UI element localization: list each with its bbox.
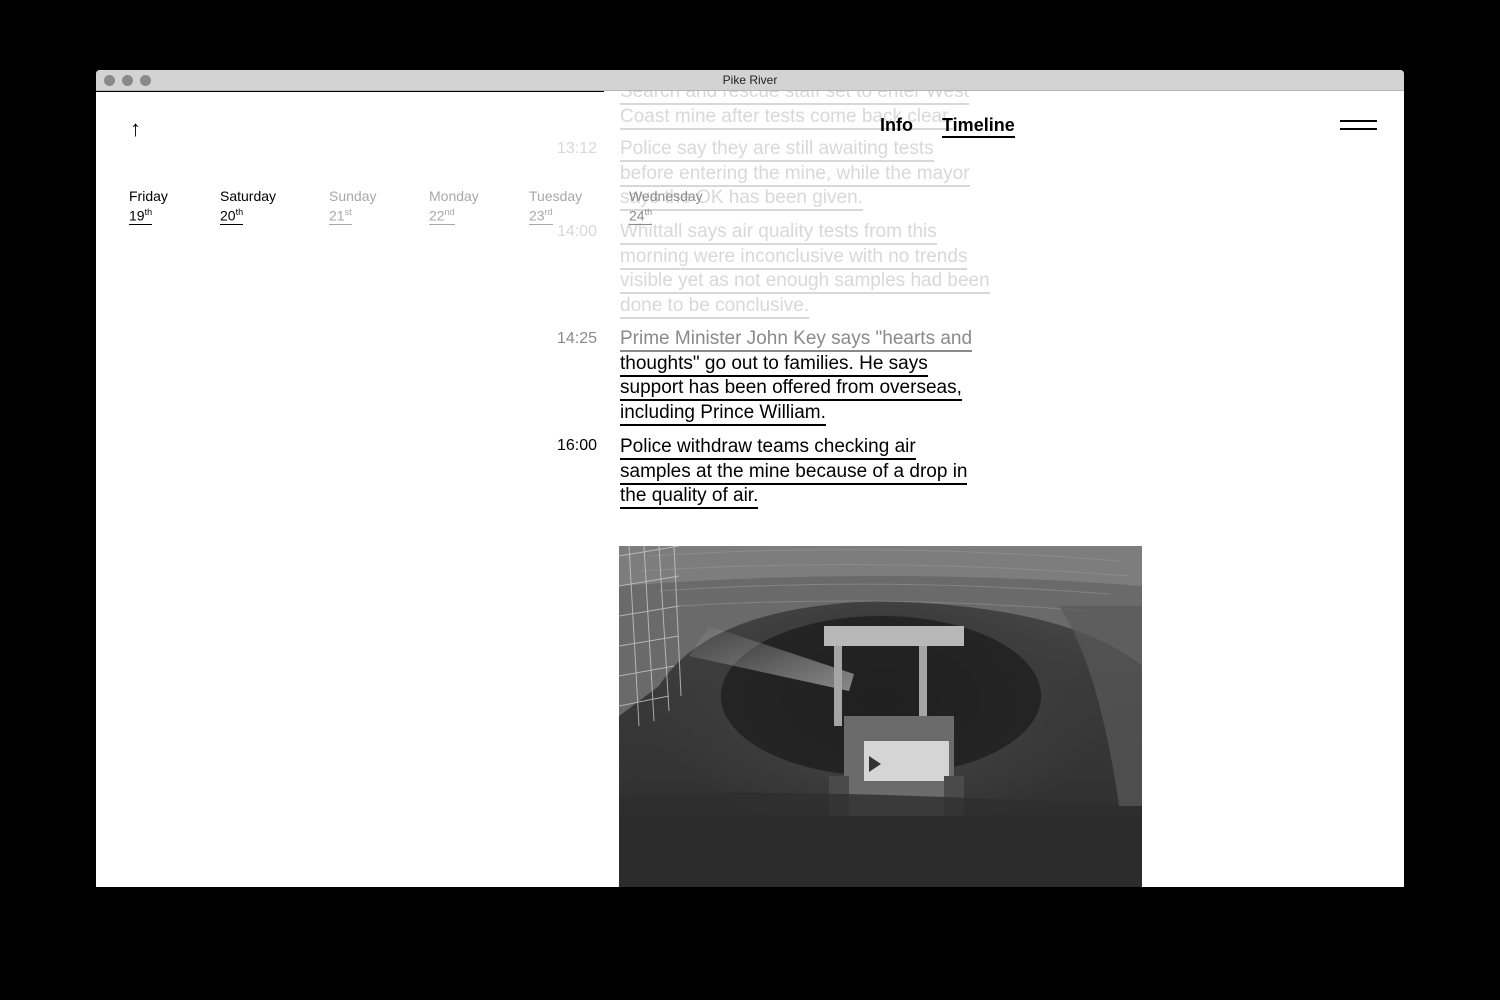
entry-time: 14:00	[556, 223, 597, 240]
day-number: 21st	[329, 207, 352, 225]
day-link-wednesday[interactable]: Wednesday 24th	[629, 187, 703, 225]
day-number: 24th	[629, 207, 653, 225]
day-link-monday[interactable]: Monday 22nd	[429, 187, 479, 225]
entry-text[interactable]: Whittall says air quality tests from thi…	[620, 220, 1000, 319]
day-name: Monday	[429, 188, 479, 204]
mine-photo-illustration	[619, 546, 1142, 887]
day-name: Saturday	[220, 188, 277, 204]
day-link-friday[interactable]: Friday 19th	[129, 187, 168, 225]
day-link-sunday[interactable]: Sunday 21st	[329, 187, 376, 225]
nav-timeline-link[interactable]: Timeline	[942, 115, 1015, 138]
day-number: 23rd	[529, 207, 553, 225]
day-number: 20th	[220, 207, 244, 225]
browser-window: Pike River ↑ Info Timeline Search and re…	[96, 70, 1404, 887]
day-link-tuesday[interactable]: Tuesday 23rd	[529, 187, 582, 225]
mine-tunnel-photo	[619, 546, 1142, 887]
day-link-saturday[interactable]: Saturday 20th	[220, 187, 276, 225]
day-name: Friday	[129, 188, 168, 204]
title-bar: Pike River	[96, 70, 1404, 91]
day-number: 22nd	[429, 207, 455, 225]
day-name: Tuesday	[529, 188, 583, 204]
day-name: Wednesday	[629, 188, 703, 204]
hamburger-menu-icon[interactable]	[1340, 120, 1377, 130]
entry-time: 14:25	[556, 330, 597, 347]
entry-time: 13:12	[556, 140, 597, 157]
window-title: Pike River	[722, 73, 778, 87]
entry-text[interactable]: Police withdraw teams checking air sample…	[620, 435, 1000, 509]
up-arrow-icon[interactable]: ↑	[130, 116, 141, 142]
nav-info-link[interactable]: Info	[880, 115, 913, 135]
day-name: Sunday	[329, 188, 377, 204]
entry-time: 16:00	[556, 437, 597, 454]
entry-text[interactable]: Prime Minister John Key says "hearts and…	[620, 327, 1000, 426]
top-nav: Info Timeline	[880, 115, 1039, 138]
day-number: 19th	[129, 207, 153, 225]
